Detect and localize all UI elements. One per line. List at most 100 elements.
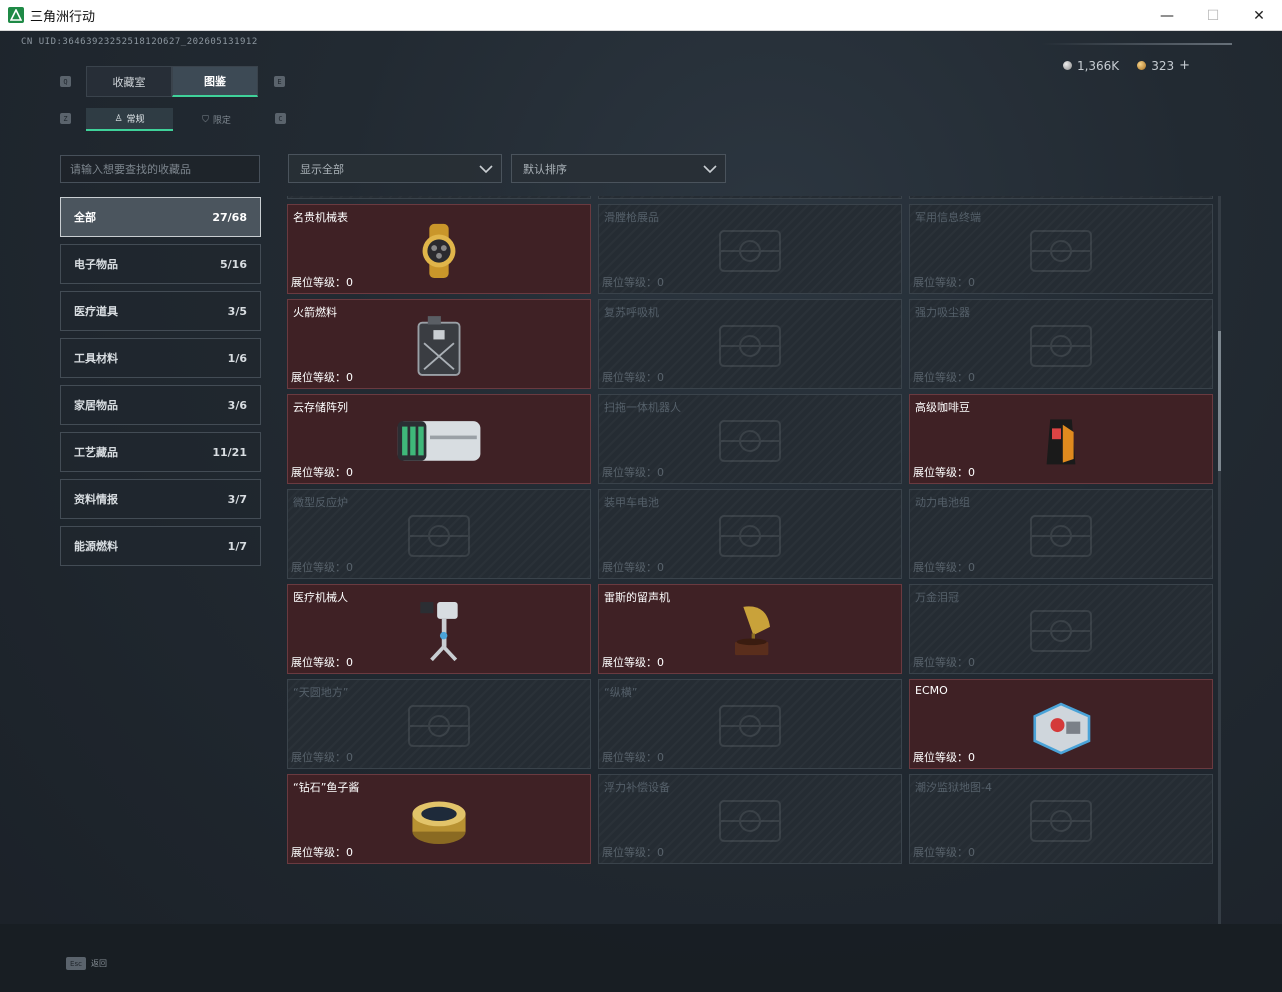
card-level: 展位等级：0: [602, 561, 664, 574]
add-currency-button[interactable]: +: [1179, 58, 1190, 73]
subtab-regular[interactable]: ♙ 常规: [86, 108, 173, 131]
coffee-bag-icon: [1016, 408, 1106, 474]
card-name: 名贵机械表: [293, 211, 348, 224]
filter-dropdown-value: 显示全部: [300, 162, 344, 176]
card-name: “钻石”鱼子酱: [293, 781, 360, 794]
silver-coin-icon: [1062, 61, 1072, 70]
item-grid-viewport[interactable]: 曼德尔超算单元展位等级：0 自动体外除颤器展位等级：0 步战车模型展位等级：0 名贵机…: [287, 196, 1215, 924]
collection-card[interactable]: “钻石”鱼子酱 展位等级：0: [287, 774, 591, 864]
game-area: CN UID:3646392325251812O627_202605131912…: [0, 31, 1282, 992]
card-level: 展位等级：0: [602, 276, 664, 289]
battery-icon: [705, 503, 795, 569]
main-tabs: 收藏室 图鉴: [86, 66, 258, 97]
collection-card[interactable]: 曼德尔超算单元展位等级：0: [287, 196, 591, 199]
storage-array-icon: [394, 408, 484, 474]
collection-card[interactable]: 云存储阵列展位等级：0: [287, 394, 591, 484]
chessboard-icon: [705, 693, 795, 759]
card-name: “纵横”: [604, 686, 638, 699]
category-item[interactable]: 全部 27/68: [60, 197, 261, 237]
card-name: “天圆地方”: [293, 686, 349, 699]
collection-card[interactable]: 军用信息终端 展位等级：0: [909, 204, 1213, 294]
maximize-button[interactable]: ☐: [1190, 0, 1236, 31]
collection-card[interactable]: 扫拖一体机器人 展位等级：0: [598, 394, 902, 484]
category-label: 全部: [74, 211, 96, 224]
collection-card[interactable]: 强力吸尘器 展位等级：0: [909, 299, 1213, 389]
esc-key-icon: Esc: [66, 957, 86, 970]
medical-robot-icon: [394, 598, 484, 664]
collection-card[interactable]: 动力电池组 展位等级：0: [909, 489, 1213, 579]
collection-card[interactable]: 高级咖啡豆展位等级：0: [909, 394, 1213, 484]
header-divider: [1042, 43, 1232, 45]
collection-card[interactable]: “天圆地方” 展位等级：0: [287, 679, 591, 769]
category-label: 工具材料: [74, 352, 118, 365]
collection-card[interactable]: 步战车模型展位等级：0: [909, 196, 1213, 199]
minimize-button[interactable]: —: [1144, 0, 1190, 31]
category-item[interactable]: 工艺藏品 11/21: [60, 432, 261, 472]
back-button[interactable]: Esc 返回: [66, 957, 107, 970]
card-level: 展位等级：0: [913, 751, 975, 764]
card-level: 展位等级：0: [602, 466, 664, 479]
card-level: 展位等级：0: [291, 751, 353, 764]
bottom-bar: Esc 返回: [0, 924, 1282, 992]
card-level: 展位等级：0: [291, 371, 353, 384]
ecmo-icon: [1016, 693, 1106, 759]
collection-card[interactable]: 装甲车电池展位等级：0: [598, 489, 902, 579]
category-item[interactable]: 能源燃料 1/7: [60, 526, 261, 566]
category-count: 11/21: [212, 445, 247, 459]
key-hint-q: Q: [60, 76, 71, 87]
card-name: 浮力补偿设备: [604, 781, 670, 794]
sort-dropdown[interactable]: 默认排序: [511, 154, 726, 183]
player-uid: CN UID:3646392325251812O627_202605131912: [21, 37, 258, 47]
search-input[interactable]: 请输入想要查找的收藏品: [60, 155, 260, 183]
category-label: 家居物品: [74, 399, 118, 412]
bcd-icon: [705, 788, 795, 854]
collection-card[interactable]: 复苏呼吸机 展位等级：0: [598, 299, 902, 389]
scrollbar[interactable]: [1218, 196, 1221, 924]
card-name: 强力吸尘器: [915, 306, 970, 319]
close-button[interactable]: ✕: [1236, 0, 1282, 31]
filter-dropdown[interactable]: 显示全部: [288, 154, 502, 183]
sub-tabs: ♙ 常规 ⛉ 限定: [86, 108, 260, 131]
card-name: 雷斯的留声机: [604, 591, 670, 604]
gramophone-icon: [705, 598, 795, 664]
card-level: 展位等级：0: [602, 846, 664, 859]
collection-card[interactable]: 火箭燃料 展位等级：0: [287, 299, 591, 389]
collection-card[interactable]: 滑膛枪展品 展位等级：0: [598, 204, 902, 294]
card-level: 展位等级：0: [913, 466, 975, 479]
card-name: 云存储阵列: [293, 401, 348, 414]
subtab-limited[interactable]: ⛉ 限定: [173, 108, 260, 131]
vacuum-icon: [1016, 313, 1106, 379]
tab-catalog[interactable]: 图鉴: [172, 66, 258, 97]
card-name: 装甲车电池: [604, 496, 659, 509]
collection-card[interactable]: 自动体外除颤器展位等级：0: [598, 196, 902, 199]
title-bar: 三角洲行动 — ☐ ✕: [0, 0, 1282, 31]
category-item[interactable]: 电子物品 5/16: [60, 244, 261, 284]
card-level: 展位等级：0: [602, 656, 664, 669]
fuel-can-icon: [394, 313, 484, 379]
key-hint-e: E: [274, 76, 285, 87]
collection-card[interactable]: 潮汐监狱地图-4 展位等级：0: [909, 774, 1213, 864]
watch-icon: [394, 218, 484, 284]
collection-card[interactable]: 万金泪冠 展位等级：0: [909, 584, 1213, 674]
card-level: 展位等级：0: [913, 276, 975, 289]
collection-card[interactable]: 医疗机械人 展位等级：0: [287, 584, 591, 674]
category-item[interactable]: 资料情报 3/7: [60, 479, 261, 519]
scrollbar-thumb[interactable]: [1218, 331, 1221, 471]
rifle-icon: [705, 218, 795, 284]
category-item[interactable]: 工具材料 1/6: [60, 338, 261, 378]
category-count: 27/68: [212, 210, 247, 224]
card-level: 展位等级：0: [291, 846, 353, 859]
collection-card[interactable]: 雷斯的留声机 展位等级：0: [598, 584, 902, 674]
card-name: 高级咖啡豆: [915, 401, 970, 414]
collection-card[interactable]: 微型反应炉 展位等级：0: [287, 489, 591, 579]
card-level: 展位等级：0: [291, 466, 353, 479]
collection-card[interactable]: ECMO 展位等级：0: [909, 679, 1213, 769]
category-item[interactable]: 医疗道具 3/5: [60, 291, 261, 331]
card-name: 动力电池组: [915, 496, 970, 509]
tab-collection-room[interactable]: 收藏室: [86, 66, 172, 97]
chevron-down-icon: [703, 165, 717, 174]
category-item[interactable]: 家居物品 3/6: [60, 385, 261, 425]
collection-card[interactable]: 浮力补偿设备 展位等级：0: [598, 774, 902, 864]
collection-card[interactable]: 名贵机械表 展位等级：0: [287, 204, 591, 294]
collection-card[interactable]: “纵横” 展位等级：0: [598, 679, 902, 769]
